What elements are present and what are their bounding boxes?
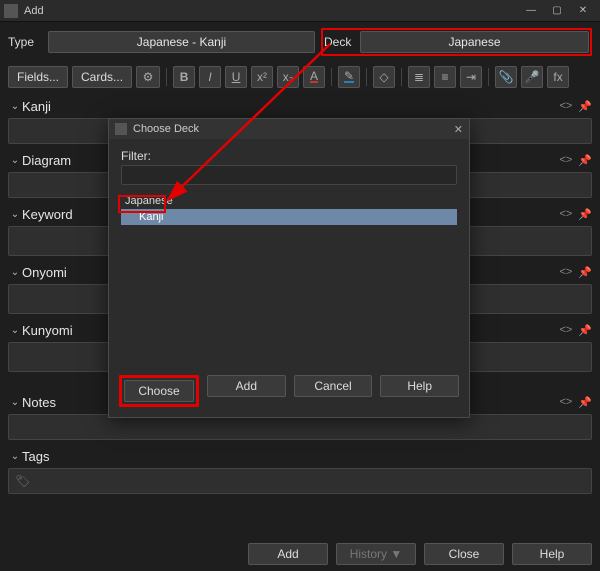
choose-highlight-box: Choose	[119, 375, 199, 407]
html-toggle-icon[interactable]: <>	[559, 324, 572, 337]
filter-label: Filter:	[121, 149, 457, 163]
window-minimize-button[interactable]: —	[518, 2, 544, 20]
tags-row: ⌄ Tags 🏷	[8, 446, 592, 494]
choose-button[interactable]: Choose	[124, 380, 194, 402]
deck-selector[interactable]: Japanese	[360, 31, 589, 53]
dialog-icon	[115, 123, 127, 135]
fields-button[interactable]: Fields...	[8, 66, 68, 88]
separator	[331, 68, 332, 86]
bold-button[interactable]: B	[173, 66, 195, 88]
underline-icon: U	[232, 70, 241, 84]
chevron-down-icon[interactable]: ⌄	[8, 101, 22, 112]
pin-icon[interactable]: 📌	[578, 100, 592, 113]
underline-button[interactable]: U	[225, 66, 247, 88]
separator	[401, 68, 402, 86]
window-close-button[interactable]: ✕	[570, 2, 596, 20]
chevron-down-icon[interactable]: ⌄	[8, 397, 22, 408]
cards-button[interactable]: Cards...	[72, 66, 132, 88]
type-deck-row: Type Japanese - Kanji Deck Japanese	[0, 22, 600, 62]
dialog-title: Choose Deck	[133, 123, 199, 135]
chevron-down-icon[interactable]: ⌄	[8, 155, 22, 166]
html-toggle-icon[interactable]: <>	[559, 154, 572, 167]
bottom-button-bar: Add History ▼ Close Help	[248, 543, 592, 565]
deck-highlight-box: Deck Japanese	[321, 28, 592, 56]
highlight-button[interactable]: ✎	[338, 66, 360, 88]
add-note-button[interactable]: Add	[248, 543, 328, 565]
html-toggle-icon[interactable]: <>	[559, 208, 572, 221]
html-toggle-icon[interactable]: <>	[559, 100, 572, 113]
deck-label: Deck	[324, 35, 354, 49]
tags-label: Tags	[22, 449, 592, 464]
separator	[166, 68, 167, 86]
pin-icon[interactable]: 📌	[578, 324, 592, 337]
dialog-close-button[interactable]: ✕	[454, 123, 463, 136]
history-button[interactable]: History ▼	[336, 543, 416, 565]
erase-format-button[interactable]: ◇	[373, 66, 395, 88]
chevron-down-icon[interactable]: ⌄	[8, 267, 22, 278]
close-button[interactable]: Close	[424, 543, 504, 565]
app-icon	[4, 4, 18, 18]
help-button[interactable]: Help	[512, 543, 592, 565]
italic-button[interactable]: I	[199, 66, 221, 88]
record-audio-button[interactable]: 🎤	[521, 66, 543, 88]
unordered-list-button[interactable]: ≣	[408, 66, 430, 88]
subscript-button[interactable]: x₂	[277, 66, 299, 88]
chevron-down-icon[interactable]: ⌄	[8, 325, 22, 336]
window-maximize-button[interactable]: ▢	[544, 2, 570, 20]
window-title: Add	[24, 5, 44, 17]
dialog-titlebar: Choose Deck ✕	[109, 119, 469, 139]
field-name: Kanji	[22, 99, 559, 114]
dialog-cancel-button[interactable]: Cancel	[294, 375, 373, 397]
font-color-button[interactable]: A	[303, 66, 325, 88]
pin-icon[interactable]: 📌	[578, 154, 592, 167]
italic-icon: I	[208, 70, 211, 84]
gear-icon[interactable]: ⚙	[136, 66, 160, 88]
html-toggle-icon[interactable]: <>	[559, 266, 572, 279]
html-toggle-icon[interactable]: <>	[559, 396, 572, 409]
type-value: Japanese - Kanji	[137, 35, 226, 49]
superscript-button[interactable]: x²	[251, 66, 273, 88]
dialog-button-bar: Choose Add Cancel Help	[109, 367, 469, 417]
pin-icon[interactable]: 📌	[578, 396, 592, 409]
chevron-down-icon[interactable]: ⌄	[8, 209, 22, 220]
deck-item-kanji[interactable]: Kanji	[121, 209, 457, 225]
dialog-help-button[interactable]: Help	[380, 375, 459, 397]
highlight-icon: ✎	[344, 71, 354, 83]
pin-icon[interactable]: 📌	[578, 208, 592, 221]
separator	[488, 68, 489, 86]
separator	[366, 68, 367, 86]
tags-input[interactable]: 🏷	[8, 468, 592, 494]
deck-list[interactable]: Japanese Kanji	[121, 193, 457, 361]
attachment-button[interactable]: 📎	[495, 66, 517, 88]
type-label: Type	[8, 35, 42, 49]
type-selector[interactable]: Japanese - Kanji	[48, 31, 315, 53]
deck-value: Japanese	[448, 35, 500, 49]
indent-button[interactable]: ⇥	[460, 66, 482, 88]
editor-toolbar: Fields... Cards... ⚙ B I U x² x₂ A ✎ ◇ ≣…	[0, 62, 600, 96]
chevron-down-icon[interactable]: ⌄	[8, 451, 22, 462]
tag-icon: 🏷	[15, 474, 30, 488]
filter-input[interactable]	[121, 165, 457, 185]
font-color-icon: A	[310, 71, 318, 83]
ordered-list-button[interactable]: ≡	[434, 66, 456, 88]
choose-deck-dialog: Choose Deck ✕ Filter: Japanese Kanji Cho…	[108, 118, 470, 418]
deck-item-japanese[interactable]: Japanese	[121, 193, 457, 209]
dialog-add-button[interactable]: Add	[207, 375, 286, 397]
bold-icon: B	[180, 70, 189, 84]
fx-button[interactable]: fx	[547, 66, 569, 88]
window-titlebar: Add — ▢ ✕	[0, 0, 600, 22]
pin-icon[interactable]: 📌	[578, 266, 592, 279]
